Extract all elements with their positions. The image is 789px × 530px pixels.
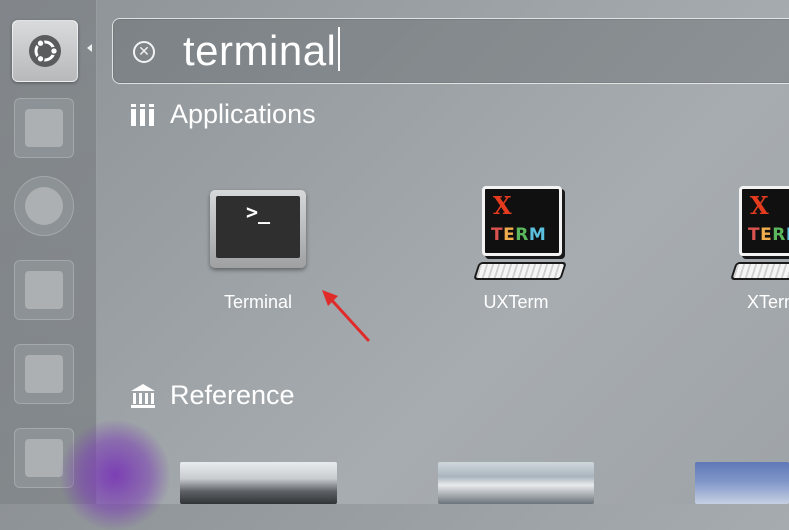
reference-lens-icon xyxy=(131,383,155,408)
reference-result-thumbnail[interactable] xyxy=(180,462,337,504)
presentation-icon xyxy=(25,439,63,477)
clear-search-icon[interactable]: ✕ xyxy=(133,41,155,63)
xterm-keyboard xyxy=(473,262,567,280)
dash-home-button[interactable] xyxy=(12,20,78,82)
xterm-keyboard xyxy=(730,262,789,280)
applications-label: Applications xyxy=(170,99,316,129)
app-label-uxterm: UXTerm xyxy=(483,292,549,312)
app-terminal[interactable]: >_ Terminal xyxy=(183,164,333,324)
xterm-icon: X TERM xyxy=(473,186,572,290)
xterm-monitor: X TERM xyxy=(482,186,562,256)
spreadsheet-icon xyxy=(25,355,63,393)
app-label-xterm: XTerm xyxy=(746,292,789,312)
xterm-monitor: X TERM xyxy=(739,186,789,256)
applications-header[interactable]: Applications xyxy=(130,99,316,130)
wallpaper-glow xyxy=(60,420,170,530)
search-input[interactable]: terminal xyxy=(183,27,341,75)
xterm-term-letters: TERM xyxy=(491,225,547,245)
launcher xyxy=(0,0,97,504)
xterm-icon: X TERM xyxy=(730,186,789,290)
xterm-x-letter: X xyxy=(750,191,769,220)
xterm-x-letter: X xyxy=(493,191,512,220)
files-icon xyxy=(25,109,63,147)
reference-result-thumbnail[interactable] xyxy=(438,462,594,504)
launcher-files-item[interactable] xyxy=(14,98,74,158)
document-icon xyxy=(25,271,63,309)
launcher-calc-item[interactable] xyxy=(14,344,74,404)
annotation-arrow-icon xyxy=(322,290,370,342)
app-uxterm[interactable]: X TERM UXTerm xyxy=(441,164,591,324)
reference-result-thumbnail[interactable] xyxy=(695,462,789,504)
reference-label: Reference xyxy=(170,380,295,410)
app-label-terminal: Terminal xyxy=(223,292,293,312)
search-bar[interactable]: ✕ terminal xyxy=(112,18,789,84)
search-query: terminal xyxy=(183,27,337,74)
reference-header[interactable]: Reference xyxy=(130,380,295,411)
app-xterm[interactable]: X TERM XTerm xyxy=(698,164,789,324)
active-indicator-icon xyxy=(87,44,92,52)
launcher-writer-item[interactable] xyxy=(14,260,74,320)
text-caret xyxy=(338,27,341,71)
terminal-prompt: >_ xyxy=(216,196,300,258)
applications-lens-icon xyxy=(131,103,154,126)
launcher-browser-item[interactable] xyxy=(14,176,74,236)
xterm-term-letters: TERM xyxy=(748,225,789,245)
ubuntu-logo-icon xyxy=(29,35,61,67)
browser-icon xyxy=(25,187,63,225)
terminal-icon: >_ xyxy=(210,190,306,268)
